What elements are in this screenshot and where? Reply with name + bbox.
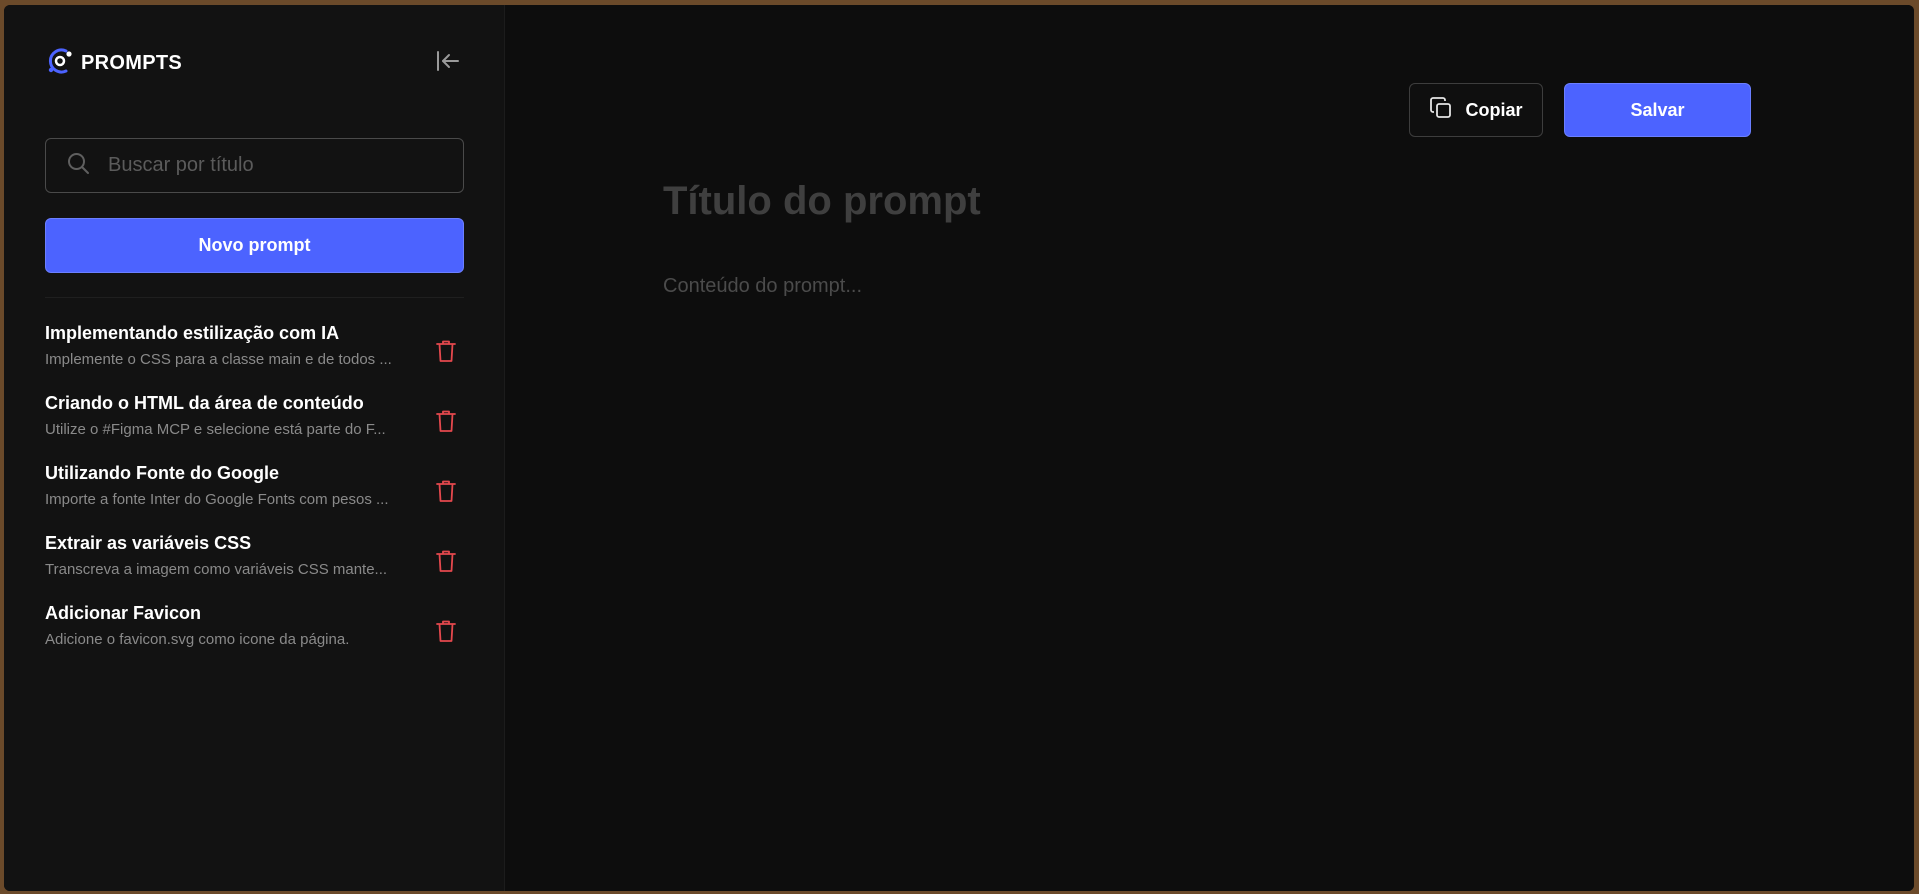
app-window: PROMPTS Novo prompt (4, 5, 1914, 891)
trash-icon[interactable] (435, 549, 457, 573)
trash-icon[interactable] (435, 339, 457, 363)
prompt-item-description: Implemente o CSS para a classe main e de… (45, 351, 392, 368)
prompt-item-description: Importe a fonte Inter do Google Fonts co… (45, 491, 389, 508)
prompt-content-input[interactable] (661, 273, 1565, 677)
sidebar-divider (45, 297, 464, 298)
trash-icon[interactable] (435, 409, 457, 433)
prompt-list-item[interactable]: Utilizando Fonte do Google Importe a fon… (45, 461, 464, 531)
brand: PROMPTS (45, 46, 182, 81)
prompt-item-title: Utilizando Fonte do Google (45, 463, 279, 483)
copy-button[interactable]: Copiar (1409, 83, 1543, 137)
prompt-list-item[interactable]: Implementando estilização com IA Impleme… (45, 321, 464, 391)
prompt-item-description: Utilize o #Figma MCP e selecione está pa… (45, 421, 386, 438)
collapse-sidebar-button[interactable] (435, 50, 461, 76)
prompt-item-description: Transcreva a imagem como variáveis CSS m… (45, 561, 388, 578)
new-prompt-button[interactable]: Novo prompt (45, 218, 464, 273)
brand-name: PROMPTS (81, 52, 182, 74)
prompt-list-item[interactable]: Criando o HTML da área de conteúdo Utili… (45, 391, 464, 461)
search-input[interactable] (106, 153, 440, 178)
search-box[interactable] (45, 138, 464, 193)
save-button[interactable]: Salvar (1564, 83, 1751, 137)
prompt-item-title: Adicionar Favicon (45, 603, 202, 623)
editor-area: Copiar Salvar (505, 5, 1914, 891)
sidebar: PROMPTS Novo prompt (4, 5, 505, 891)
prompt-title-input[interactable] (661, 178, 1565, 225)
trash-icon[interactable] (435, 619, 457, 643)
trash-icon[interactable] (435, 479, 457, 503)
prompt-list-item[interactable]: Extrair as variáveis CSS Transcreva a im… (45, 531, 464, 601)
prompt-list-item[interactable]: Adicionar Favicon Adicione o favicon.svg… (45, 601, 464, 671)
prompt-item-title: Implementando estilização com IA (45, 323, 340, 343)
copy-button-label: Copiar (1465, 99, 1523, 120)
prompt-item-description: Adicione o favicon.svg como icone da pág… (45, 631, 350, 648)
prompt-list: Implementando estilização com IA Impleme… (45, 321, 464, 671)
prompt-item-title: Extrair as variáveis CSS (45, 533, 252, 553)
copy-icon (1429, 96, 1453, 125)
logo-icon (45, 46, 75, 81)
collapse-sidebar-icon (436, 50, 460, 77)
search-icon (66, 151, 90, 180)
prompt-item-title: Criando o HTML da área de conteúdo (45, 393, 364, 413)
